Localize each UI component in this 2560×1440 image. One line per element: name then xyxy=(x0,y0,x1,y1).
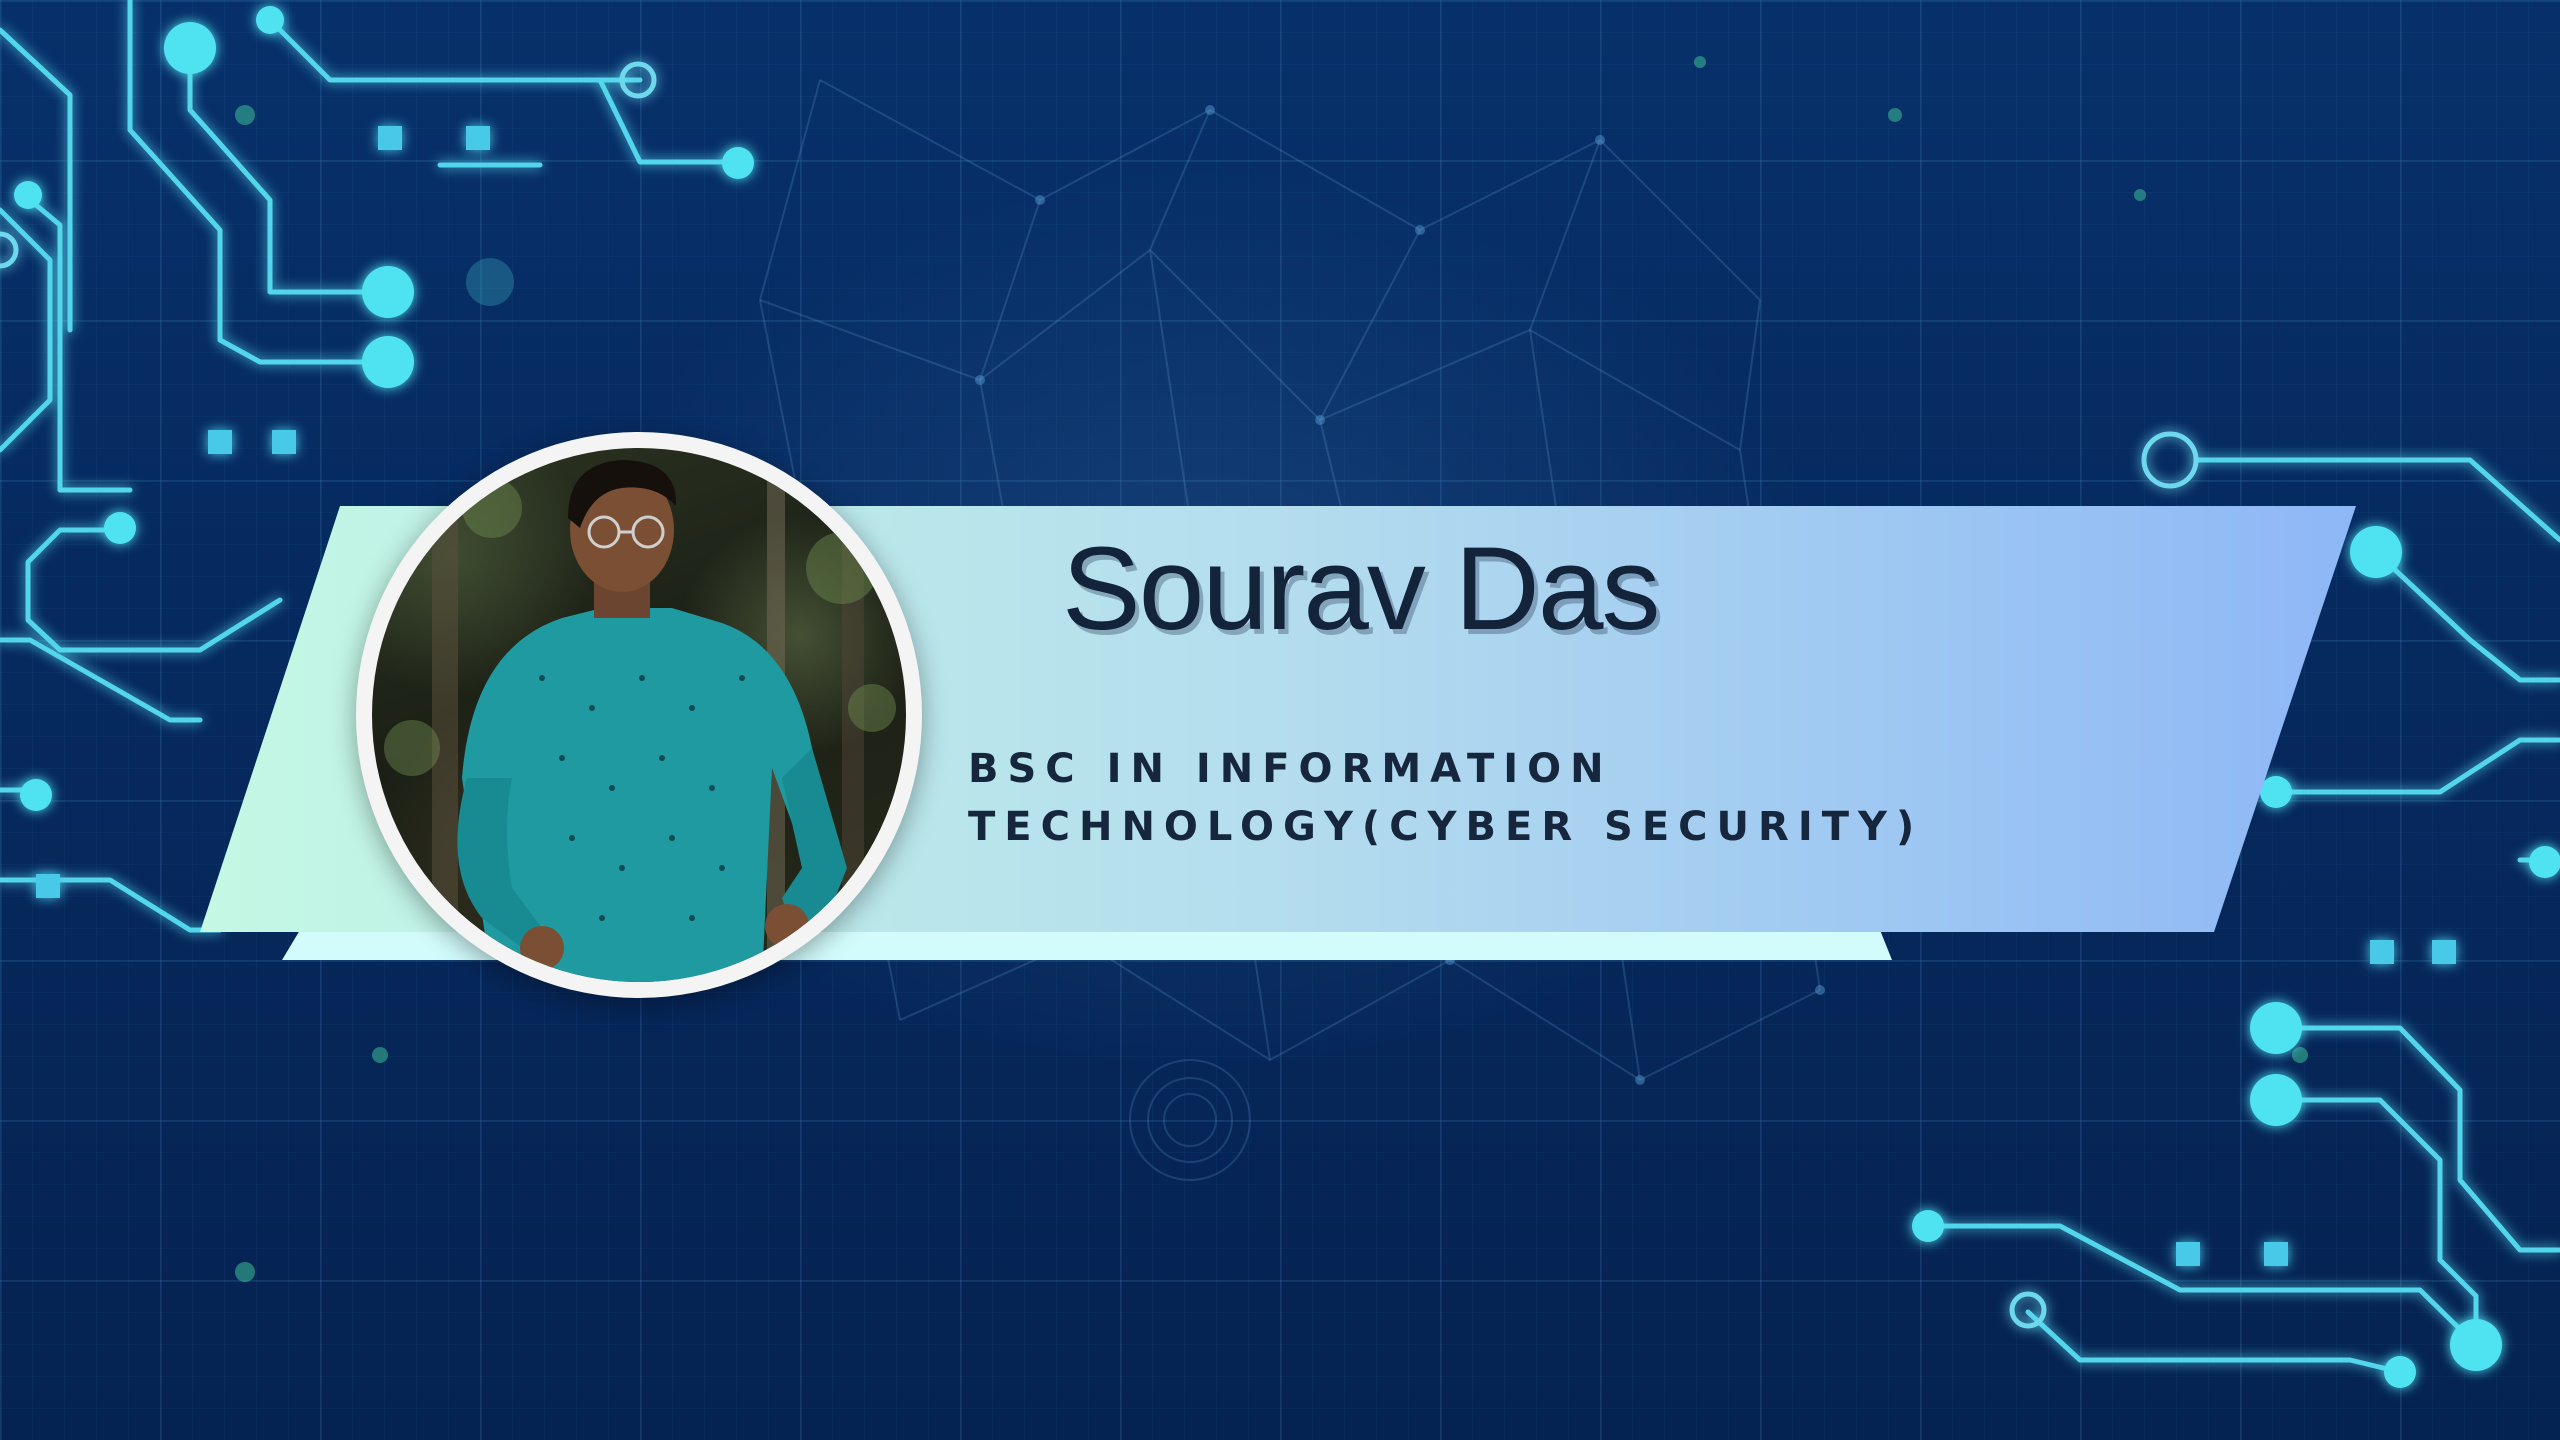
person-illustration xyxy=(384,448,896,982)
profile-degree: BSC IN INFORMATION TECHNOLOGY(CYBER SECU… xyxy=(968,746,1924,850)
banner-canvas: Sourav Das BSC IN INFORMATION TECHNOLOGY… xyxy=(0,0,2560,1440)
profile-name: Sourav Das xyxy=(1062,523,1661,655)
profile-photo-frame xyxy=(356,432,922,998)
profile-photo xyxy=(372,448,906,982)
